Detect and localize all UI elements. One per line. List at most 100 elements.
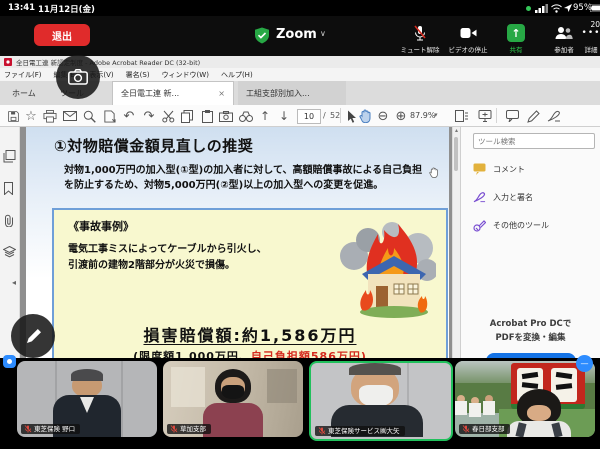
menu-file[interactable]: ファイル(F) (4, 70, 42, 80)
share-button[interactable]: ↑ 共有 (490, 24, 542, 54)
date-label: 11月12日(金) (38, 3, 95, 15)
participant-tile-3-active[interactable]: 東芝保険サービス㈱大矢 (309, 361, 453, 441)
tab-document-2[interactable]: 工組支部別加入... (238, 81, 346, 105)
ipad-screen: 13:41 11月12日(金) 95% 退出 Zoom ∨ ミュート解除 (0, 0, 600, 449)
scroll-up-icon[interactable]: ▴ (453, 127, 460, 135)
case-label: 《事故事例》 (68, 218, 134, 234)
camera-icon (68, 69, 88, 85)
tab-document-active[interactable]: 全日電工連 新... × (112, 81, 234, 105)
tab-document-2-label: 工組支部別加入... (246, 88, 310, 99)
participant-tile-4[interactable]: 春日部支部 (455, 361, 595, 437)
more-label: 詳細 (585, 46, 598, 54)
collapse-pane-icon[interactable]: ◂ (12, 278, 16, 287)
find-binoculars-icon[interactable] (237, 108, 255, 124)
zoom-in-icon[interactable]: ⊕ (392, 108, 410, 124)
mute-label: ミュート解除 (401, 46, 440, 54)
participant-3-name-label: 東芝保険サービス㈱大矢 (315, 426, 405, 437)
zoom-mini-indicator-icon[interactable] (3, 355, 16, 368)
zoom-level-dropdown-icon[interactable]: ▾ (434, 111, 438, 119)
burning-house-illustration (332, 218, 436, 320)
layers-icon[interactable] (3, 246, 17, 260)
participant-tile-2[interactable]: 草加支部 (163, 361, 303, 437)
copy-icon[interactable] (178, 108, 196, 124)
slide-body-text: 対物1,000万円の加入型(①型)の加入者に対して、高額賠償事故による自己負担を… (64, 163, 432, 193)
menu-window[interactable]: ウィンドウ(W) (162, 70, 209, 80)
mute-button[interactable]: ミュート解除 (394, 24, 446, 54)
face-mask (359, 385, 393, 407)
muted-mic-icon (318, 427, 326, 435)
snapshot-icon[interactable] (217, 108, 235, 124)
muted-mic-icon (170, 425, 178, 433)
paste-icon[interactable] (198, 108, 216, 124)
scrollbar-thumb[interactable] (454, 137, 458, 171)
acrobat-promo-line1: Acrobat Pro DCで (461, 317, 600, 329)
email-icon[interactable] (61, 108, 79, 124)
participant-4-name-label: 春日部支部 (459, 424, 510, 435)
page-number-input[interactable]: 10 (297, 109, 321, 124)
muted-mic-icon (24, 425, 32, 433)
star-icon[interactable]: ☆ (22, 108, 40, 124)
tab-close-icon[interactable]: × (218, 89, 225, 98)
attachments-icon[interactable] (3, 214, 17, 228)
previous-page-icon[interactable]: ↑ (256, 108, 274, 124)
panel-item-fill-sign[interactable]: 入力と署名 (473, 191, 533, 203)
minimize-thumbnails-button[interactable]: — (576, 355, 593, 372)
save-icon[interactable] (4, 108, 22, 124)
send-for-review-icon[interactable] (476, 108, 494, 124)
zoom-shield-icon (254, 27, 270, 44)
page-total: 52 (330, 111, 340, 120)
hand-cursor-icon (429, 167, 439, 178)
menu-help[interactable]: ヘルプ(H) (221, 70, 253, 80)
more-tools-icon (473, 219, 486, 232)
annotate-pencil-button[interactable] (11, 314, 55, 358)
damages-amount: 損害賠償額:約1,586万円 (54, 322, 446, 346)
panel-item-more-tools[interactable]: その他のツール (473, 219, 549, 232)
case-line1: 電気工事ミスによってケーブルから引火し、 (68, 240, 267, 255)
menu-sign[interactable]: 署名(S) (126, 70, 150, 80)
zoom-menu-chevron-icon[interactable]: ∨ (320, 29, 326, 38)
tab-document-active-label: 全日電工連 新... (121, 88, 214, 99)
pencil-tool-icon[interactable] (524, 108, 542, 124)
zoom-level-value[interactable]: 87.9% (410, 111, 435, 120)
panel-item-comment-label: コメント (493, 164, 525, 175)
leave-button[interactable]: 退出 (34, 24, 90, 46)
tools-search-input[interactable] (473, 133, 595, 149)
toolbar-divider (340, 108, 341, 123)
zoom-out-icon[interactable]: ⊖ (374, 108, 392, 124)
battery-icon (590, 4, 600, 12)
tab-home[interactable]: ホーム (4, 81, 44, 105)
acrobat-app-icon (4, 58, 12, 66)
more-button[interactable]: ••• 詳細 (576, 24, 600, 54)
face-mask (222, 385, 244, 399)
export-pdf-icon[interactable] (100, 108, 118, 124)
comment-tool-icon[interactable] (503, 108, 521, 124)
annotate-camera-button[interactable] (56, 55, 100, 99)
redo-icon[interactable]: ↷ (140, 108, 158, 124)
undo-icon[interactable]: ↶ (120, 108, 138, 124)
clock: 13:41 (8, 3, 35, 13)
hand-tool-icon[interactable] (356, 108, 374, 124)
page-thumbnails-icon[interactable] (3, 150, 17, 164)
vertical-scrollbar[interactable]: ▴ (452, 127, 460, 372)
participants-label: 参加者 (554, 46, 574, 54)
zoom-brand-label: Zoom (276, 27, 317, 42)
panel-item-comment[interactable]: コメント (473, 163, 525, 175)
acrobat-promo-line2: PDFを変換・編集 (461, 331, 600, 343)
case-example-box: 《事故事例》 電気工事ミスによってケーブルから引火し、 引渡前の建物2階部分が火… (52, 208, 448, 372)
bookmarks-icon[interactable] (3, 182, 17, 196)
participant-tile-1[interactable]: 東芝保険 野口 東芝保険 野口 の画面 (17, 361, 157, 437)
search-icon[interactable] (80, 108, 98, 124)
recording-dot-icon (526, 6, 531, 11)
status-bar: 13:41 11月12日(金) 95% (0, 0, 600, 16)
location-arrow-icon (564, 4, 572, 12)
next-page-icon[interactable]: ↓ (275, 108, 293, 124)
stop-video-button[interactable]: ビデオの停止 (442, 24, 494, 54)
cut-icon[interactable] (159, 108, 177, 124)
wifi-icon (551, 4, 562, 13)
fill-sign-tool-icon[interactable] (545, 108, 563, 124)
zoom-control-bar: 退出 Zoom ∨ ミュート解除 ビデオの停止 ↑ 共有 (0, 16, 600, 56)
pencil-icon (25, 328, 42, 345)
page-display-icon[interactable] (452, 108, 470, 124)
stop-video-label: ビデオの停止 (449, 46, 488, 54)
print-icon[interactable] (41, 108, 59, 124)
